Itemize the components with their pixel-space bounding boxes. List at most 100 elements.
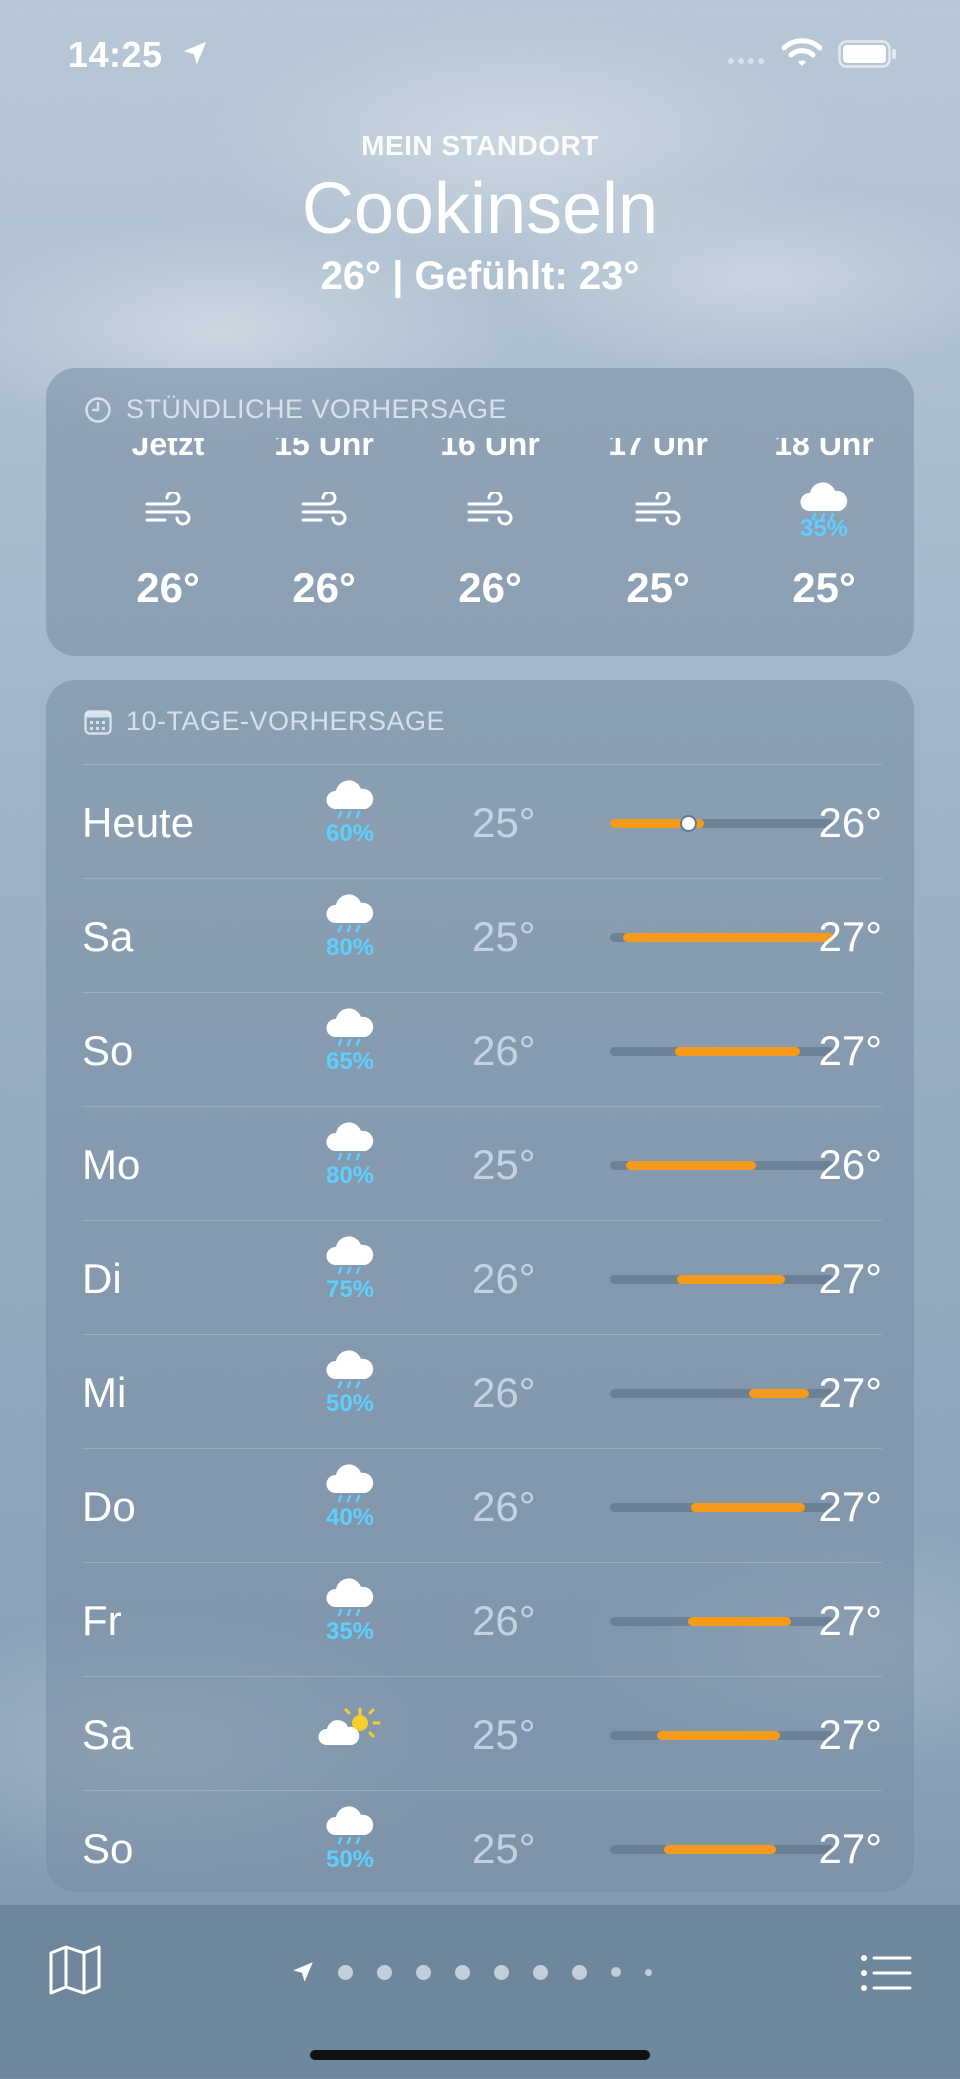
forecast-day-row[interactable]: Di 75% 26° 27° xyxy=(82,1220,882,1334)
forecast-day-row[interactable]: Mi 50% 26° 27° xyxy=(82,1334,882,1448)
page-dot[interactable] xyxy=(494,1964,509,1980)
wind-icon xyxy=(430,472,550,552)
precipitation-chance: 50% xyxy=(325,1846,375,1873)
temperature-range-track xyxy=(610,1275,834,1284)
temperature-range-track xyxy=(610,933,834,942)
forecast-day-row[interactable]: So 50% 25° 27° xyxy=(82,1790,882,1892)
ten-day-forecast-title: 10-TAGE-VORHERSAGE xyxy=(84,706,445,737)
current-temperature-dot xyxy=(682,817,696,830)
page-indicator[interactable] xyxy=(290,1957,676,1987)
hour-item: 16 Uhr 26° xyxy=(430,438,550,612)
page-dot[interactable] xyxy=(455,1964,470,1980)
ten-day-forecast-list[interactable]: Heute 60% 25° 26° Sa 80% 25° 27° So 65% … xyxy=(82,764,882,1892)
cloud-rain-icon: 50% xyxy=(310,1805,390,1874)
hour-label: 18 Uhr xyxy=(774,438,874,458)
city-name: Cookinseln xyxy=(301,169,659,249)
low-temperature: 25° xyxy=(472,913,536,960)
temperature-range-bar xyxy=(623,933,834,942)
status-bar: 14:25 xyxy=(0,30,960,80)
day-label: Di xyxy=(82,1255,122,1302)
battery-icon xyxy=(838,40,898,73)
location-header: MEIN STANDORT Cookinseln 26° | Gefühlt: … xyxy=(0,130,960,299)
hour-label: 17 Uhr xyxy=(608,438,708,458)
hour-item: Jetzt 26° xyxy=(108,438,228,612)
forecast-day-row[interactable]: Sa 25° 27° xyxy=(82,1676,882,1790)
cloud-rain-icon: 75% xyxy=(310,1235,390,1304)
temperature-range-bar xyxy=(688,1617,792,1626)
cloud-rain-icon: 40% xyxy=(310,1463,390,1532)
precipitation-chance: 80% xyxy=(325,934,375,961)
precipitation-chance: 60% xyxy=(325,820,375,847)
temperature-range-track xyxy=(610,1503,834,1512)
forecast-day-row[interactable]: Heute 60% 25° 26° xyxy=(82,764,882,878)
forecast-day-row[interactable]: Do 40% 26° 27° xyxy=(82,1448,882,1562)
temperature-range-bar xyxy=(625,1161,756,1170)
low-temperature: 26° xyxy=(472,1483,536,1530)
page-dot[interactable] xyxy=(533,1964,548,1980)
cloud-rain-icon: 50% xyxy=(310,1349,390,1418)
forecast-day-row[interactable]: Sa 80% 25° 27° xyxy=(82,878,882,992)
day-label: Mo xyxy=(82,1141,141,1188)
day-label: Sa xyxy=(82,913,134,960)
day-label: So xyxy=(82,1825,134,1872)
wind-icon xyxy=(108,472,228,552)
wind-icon xyxy=(264,472,384,552)
cellular-signal-icon xyxy=(728,52,768,70)
ten-day-forecast-card[interactable]: 10-TAGE-VORHERSAGE Heute 60% 25° 26° Sa … xyxy=(46,680,914,1892)
temperature-range-bar xyxy=(657,1731,781,1740)
map-icon xyxy=(49,1945,101,1995)
high-temperature: 27° xyxy=(818,1483,882,1530)
page-dot[interactable] xyxy=(377,1964,392,1980)
temperature-range-bar xyxy=(748,1389,810,1398)
home-indicator xyxy=(310,2050,650,2060)
precipitation-chance: 40% xyxy=(325,1504,375,1531)
hour-temperature: 26° xyxy=(458,564,522,611)
low-temperature: 26° xyxy=(472,1597,536,1644)
temperature-range-track xyxy=(610,1389,834,1398)
calendar-icon xyxy=(84,709,112,735)
day-label: Heute xyxy=(82,799,195,846)
page-dot[interactable] xyxy=(645,1968,652,1976)
location-list-button[interactable] xyxy=(860,1953,912,1998)
hour-temperature: 26° xyxy=(136,564,200,611)
temperature-range-track xyxy=(610,1731,834,1740)
forecast-day-row[interactable]: Fr 35% 26° 27° xyxy=(82,1562,882,1676)
hour-item: 17 Uhr 25° xyxy=(598,438,718,612)
cloud-rain-icon: 35% xyxy=(764,472,884,552)
page-dot[interactable] xyxy=(572,1964,587,1980)
cloud-rain-icon: 80% xyxy=(310,1121,390,1190)
hourly-forecast-list[interactable]: Jetzt 26° 15 Uhr 26° 16 Uhr 26° 17 Uhr 2… xyxy=(46,438,914,638)
temperature-range-bar xyxy=(677,1275,785,1284)
high-temperature: 27° xyxy=(818,1255,882,1302)
precipitation-chance: 65% xyxy=(325,1048,375,1075)
cloud-rain-icon: 60% xyxy=(310,779,390,848)
low-temperature: 26° xyxy=(472,1255,536,1302)
low-temperature: 26° xyxy=(472,1027,536,1074)
precipitation-chance: 35% xyxy=(799,515,849,542)
day-label: So xyxy=(82,1027,134,1074)
high-temperature: 27° xyxy=(818,1711,882,1758)
high-temperature: 27° xyxy=(818,913,882,960)
low-temperature: 26° xyxy=(472,1369,536,1416)
hourly-forecast-card[interactable]: STÜNDLICHE VORHERSAGE Jetzt 26° 15 Uhr 2… xyxy=(46,368,914,656)
page-dot[interactable] xyxy=(611,1967,621,1977)
low-temperature: 25° xyxy=(472,1825,536,1872)
cloud-rain-icon: 65% xyxy=(310,1007,390,1076)
precipitation-chance: 75% xyxy=(325,1276,375,1303)
hour-temperature: 25° xyxy=(792,564,856,611)
temperature-range-track xyxy=(610,817,834,830)
page-dot[interactable] xyxy=(338,1964,353,1980)
forecast-day-row[interactable]: So 65% 26° 27° xyxy=(82,992,882,1106)
map-button[interactable] xyxy=(48,1945,102,2000)
high-temperature: 27° xyxy=(818,1825,882,1872)
temperature-range-bar xyxy=(674,1047,801,1056)
temperature-range-track xyxy=(610,1161,834,1170)
page-dot[interactable] xyxy=(416,1964,431,1980)
bottom-toolbar xyxy=(0,1904,960,2079)
high-temperature: 27° xyxy=(818,1369,882,1416)
forecast-day-row[interactable]: Mo 80% 25° 26° xyxy=(82,1106,882,1220)
low-temperature: 25° xyxy=(472,1711,536,1758)
temperature-range-track xyxy=(610,1845,834,1854)
temperature-range-bar xyxy=(663,1845,776,1854)
clock-icon xyxy=(85,396,111,423)
